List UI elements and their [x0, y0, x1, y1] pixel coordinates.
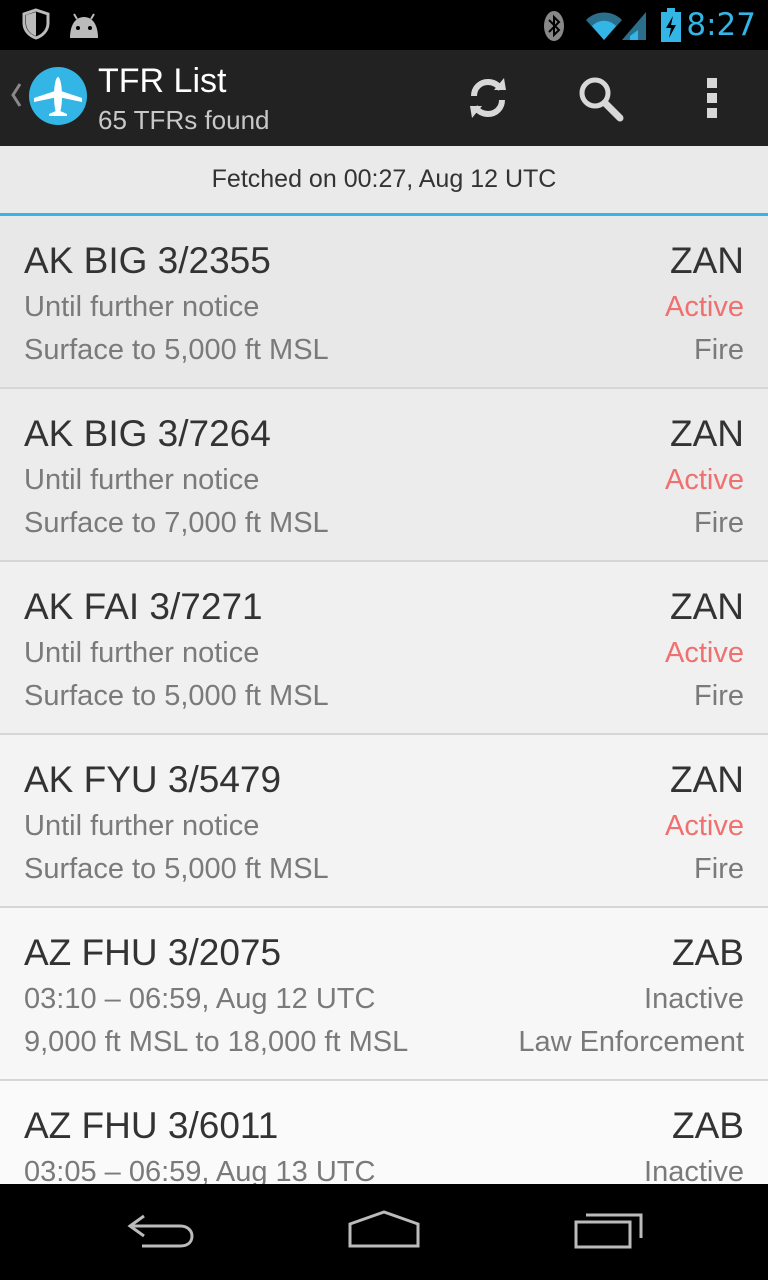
search-icon	[576, 74, 624, 127]
refresh-icon	[464, 74, 512, 127]
tfr-altitude: Surface to 5,000 ft MSL	[24, 334, 329, 366]
tfr-type: Fire	[694, 507, 744, 539]
fetched-text: Fetched on 00:27, Aug 12 UTC	[211, 165, 557, 193]
clock: 8:27	[686, 7, 756, 43]
tfr-altitude: 9,000 ft MSL to 18,000 ft MSL	[24, 1026, 409, 1058]
tfr-altitude: Surface to 5,000 ft MSL	[24, 853, 329, 885]
overflow-menu-icon	[705, 76, 719, 125]
tfr-type: Fire	[694, 334, 744, 366]
overflow-menu-button[interactable]	[682, 70, 742, 130]
search-button[interactable]	[570, 70, 630, 130]
back-icon	[124, 1210, 196, 1255]
battery-charging-icon	[660, 8, 682, 47]
recent-apps-button[interactable]	[564, 1206, 654, 1258]
tfr-row[interactable]: AK BIG 3/7264 Until further notice Surfa…	[0, 389, 768, 562]
tfr-count: 65 TFRs found	[98, 105, 270, 135]
shield-icon	[22, 8, 50, 45]
tfr-id: AK FAI 3/7271	[24, 586, 263, 627]
chevron-left-icon[interactable]	[8, 80, 24, 115]
tfr-row[interactable]: AZ FHU 3/2075 03:10 – 06:59, Aug 12 UTC …	[0, 908, 768, 1081]
tfr-status: Active	[665, 810, 744, 842]
page-title: TFR List	[98, 62, 227, 100]
tfr-artcc: ZAN	[670, 586, 744, 627]
tfr-altitude: Surface to 5,000 ft MSL	[24, 680, 329, 712]
back-button[interactable]	[115, 1206, 205, 1258]
tfr-artcc: ZAN	[670, 240, 744, 281]
fetched-header: Fetched on 00:27, Aug 12 UTC	[0, 146, 768, 216]
tfr-type: Fire	[694, 680, 744, 712]
android-icon	[66, 12, 102, 45]
tfr-row[interactable]: AZ FHU 3/6011 03:05 – 06:59, Aug 13 UTC …	[0, 1081, 768, 1184]
tfr-type: Fire	[694, 853, 744, 885]
tfr-status: Active	[665, 291, 744, 323]
tfr-artcc: ZAB	[672, 932, 744, 973]
wifi-icon	[584, 10, 624, 47]
tfr-time: 03:05 – 06:59, Aug 13 UTC	[24, 1156, 376, 1184]
tfr-row[interactable]: AK BIG 3/2355 Until further notice Surfa…	[0, 216, 768, 389]
tfr-status: Active	[665, 637, 744, 669]
tfr-status: Active	[665, 464, 744, 496]
tfr-artcc: ZAB	[672, 1105, 744, 1146]
tfr-time: Until further notice	[24, 637, 260, 669]
tfr-status: Inactive	[644, 983, 744, 1015]
tfr-artcc: ZAN	[670, 759, 744, 800]
tfr-id: AK FYU 3/5479	[24, 759, 282, 800]
tfr-row[interactable]: AK FYU 3/5479 Until further notice Surfa…	[0, 735, 768, 908]
tfr-artcc: ZAN	[670, 413, 744, 454]
cell-signal-icon	[620, 10, 648, 47]
tfr-id: AZ FHU 3/6011	[24, 1105, 279, 1146]
tfr-status: Inactive	[644, 1156, 744, 1184]
tfr-id: AK BIG 3/2355	[24, 240, 271, 281]
navigation-bar	[0, 1184, 768, 1280]
tfr-list[interactable]: AK BIG 3/2355 Until further notice Surfa…	[0, 216, 768, 1184]
home-button[interactable]	[339, 1206, 429, 1258]
action-bar: TFR List 65 TFRs found	[0, 50, 768, 146]
airplane-icon[interactable]	[28, 66, 88, 126]
tfr-altitude: Surface to 7,000 ft MSL	[24, 507, 329, 539]
tfr-id: AZ FHU 3/2075	[24, 932, 282, 973]
home-icon	[346, 1209, 422, 1255]
tfr-time: Until further notice	[24, 291, 260, 323]
tfr-time: Until further notice	[24, 464, 260, 496]
tfr-type: Law Enforcement	[518, 1026, 744, 1058]
tfr-id: AK BIG 3/7264	[24, 413, 271, 454]
status-bar: 8:27	[0, 0, 768, 50]
tfr-time: 03:10 – 06:59, Aug 12 UTC	[24, 983, 376, 1015]
recent-apps-icon	[573, 1210, 645, 1255]
refresh-button[interactable]	[458, 70, 518, 130]
bluetooth-icon	[543, 10, 565, 47]
tfr-time: Until further notice	[24, 810, 260, 842]
tfr-row[interactable]: AK FAI 3/7271 Until further notice Surfa…	[0, 562, 768, 735]
